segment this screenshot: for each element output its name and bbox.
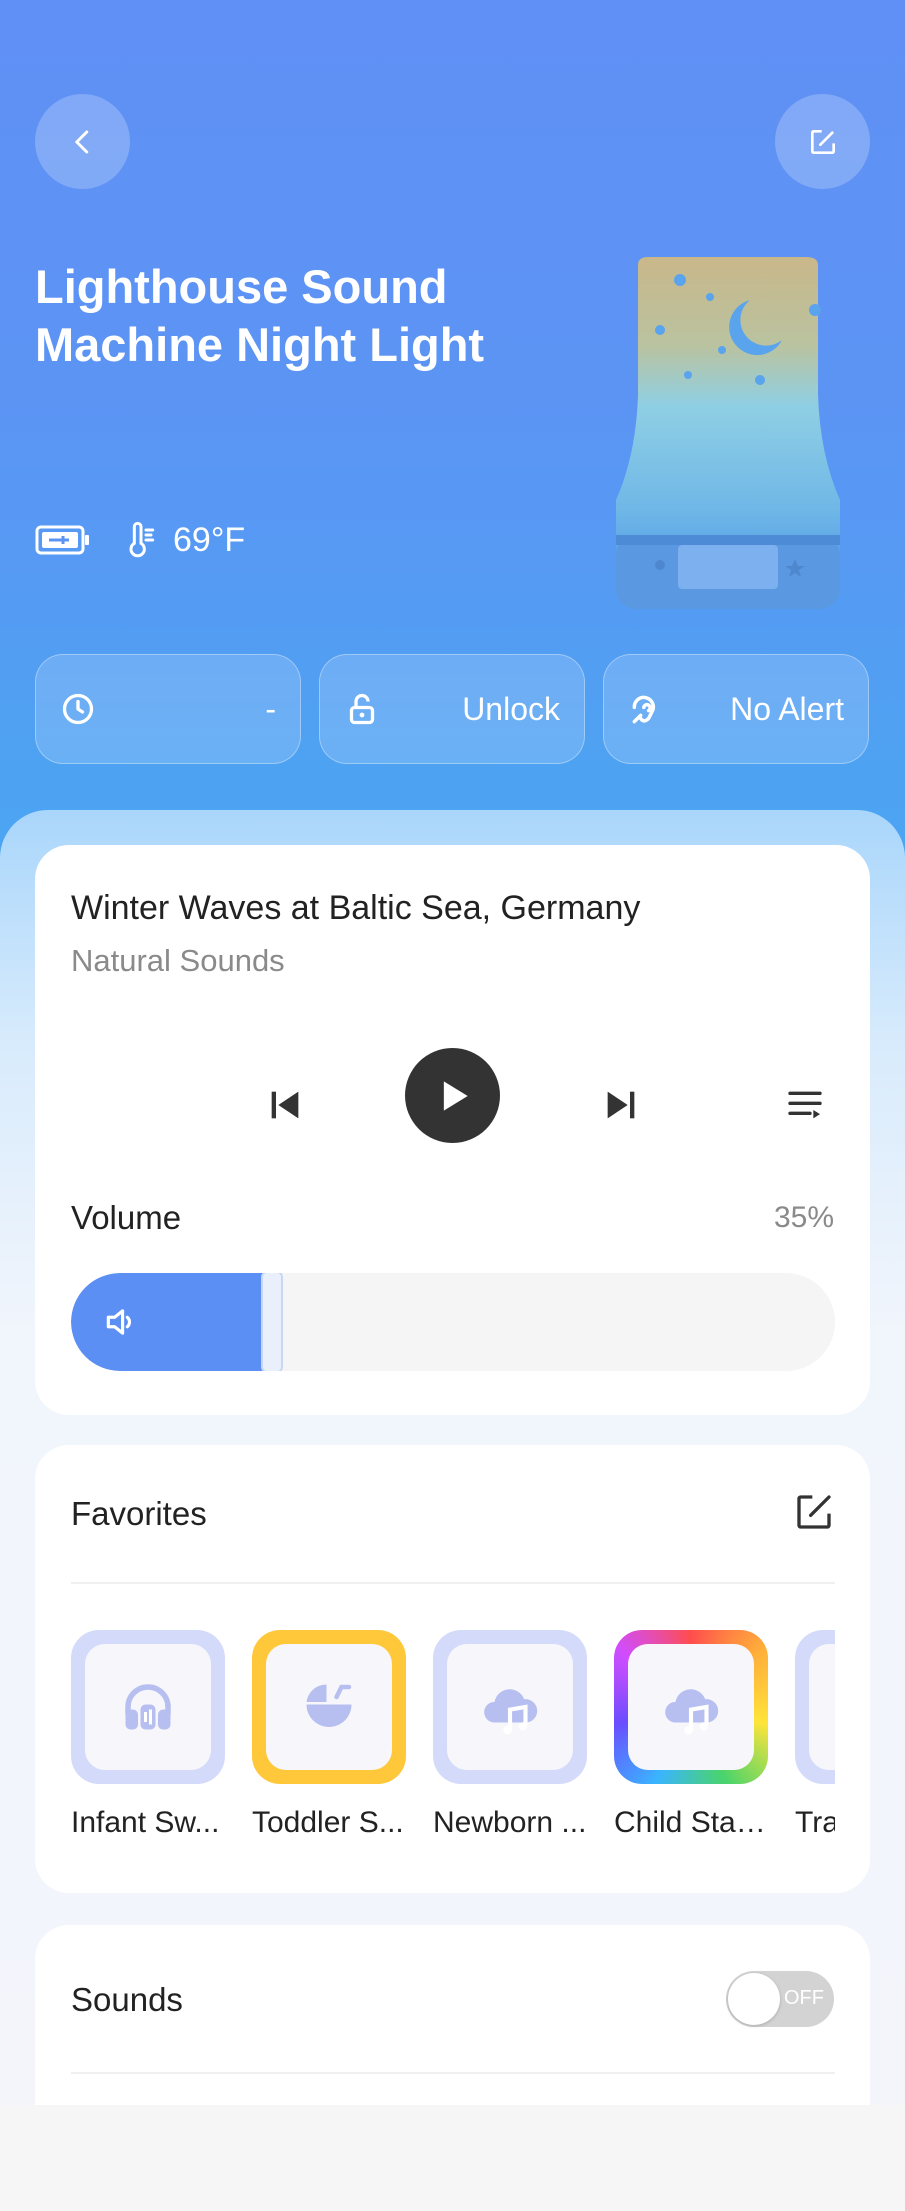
volume-percent: 35% bbox=[773, 1201, 834, 1234]
bottom-bar bbox=[0, 2105, 905, 2211]
favorite-label: Newborn ... bbox=[433, 1806, 587, 1839]
favorite-tile-selected bbox=[252, 1630, 406, 1784]
device-image bbox=[610, 255, 850, 615]
favorites-edit-button[interactable] bbox=[794, 1492, 834, 1537]
skip-previous-icon bbox=[271, 1091, 299, 1119]
favorite-label: Child Star... bbox=[614, 1806, 768, 1839]
toggle-state-label: OFF bbox=[784, 1987, 824, 2009]
volume-slider[interactable] bbox=[71, 1273, 835, 1371]
toggle-knob bbox=[728, 1973, 780, 2025]
alert-pill[interactable]: No Alert bbox=[603, 654, 869, 764]
favorites-list: Infant Sw... Toddler S... Newborn ... Ch… bbox=[71, 1630, 835, 1850]
favorite-item-infant[interactable]: Infant Sw... bbox=[71, 1630, 225, 1840]
ear-icon bbox=[632, 695, 656, 724]
hero-header: Lighthouse Sound Machine Night Light 69°… bbox=[0, 0, 905, 880]
timer-pill[interactable]: - bbox=[35, 654, 301, 764]
lock-value: Unlock bbox=[462, 690, 560, 727]
favorite-label: Tra bbox=[795, 1806, 835, 1839]
favorites-title: Favorites bbox=[71, 1495, 207, 1532]
favorite-item-toddler[interactable]: Toddler S... bbox=[252, 1630, 406, 1840]
next-button[interactable] bbox=[591, 1075, 651, 1135]
alert-value: No Alert bbox=[730, 690, 844, 727]
clock-icon bbox=[62, 693, 94, 725]
volume-label: Volume bbox=[71, 1199, 182, 1236]
favorites-card: Favorites Infant Sw... Toddler S... Newb… bbox=[35, 1445, 870, 1893]
edit-icon bbox=[797, 1495, 831, 1529]
timer-value: - bbox=[265, 690, 276, 727]
lock-pill[interactable]: Unlock bbox=[319, 654, 585, 764]
favorite-label: Toddler S... bbox=[252, 1806, 404, 1839]
favorite-tile bbox=[795, 1630, 835, 1784]
track-category: Natural Sounds bbox=[71, 943, 285, 978]
favorite-tile bbox=[71, 1630, 225, 1784]
divider bbox=[71, 2072, 835, 2074]
thermometer-icon bbox=[129, 521, 155, 558]
temperature-value: 69°F bbox=[173, 520, 246, 559]
edit-icon bbox=[810, 129, 835, 154]
baby-stroller-icon bbox=[306, 1684, 352, 1727]
sounds-title: Sounds bbox=[71, 1981, 183, 2018]
headphones-icon bbox=[125, 1684, 171, 1730]
play-icon bbox=[443, 1080, 468, 1111]
sounds-toggle[interactable]: OFF bbox=[726, 1971, 834, 2027]
unlock-icon bbox=[349, 693, 375, 725]
player-card: Winter Waves at Baltic Sea, Germany Natu… bbox=[35, 845, 870, 1415]
volume-slider-thumb[interactable] bbox=[261, 1273, 283, 1371]
favorite-item-newborn[interactable]: Newborn ... bbox=[433, 1630, 587, 1840]
playlist-button[interactable] bbox=[775, 1075, 835, 1135]
favorite-label: Infant Sw... bbox=[71, 1806, 220, 1839]
status-row: 69°F bbox=[35, 520, 245, 560]
previous-button[interactable] bbox=[255, 1075, 315, 1135]
volume-icon bbox=[106, 1309, 132, 1335]
favorite-item-partial[interactable]: Tra bbox=[795, 1630, 835, 1840]
cloud-music-icon bbox=[665, 1689, 719, 1735]
battery-charging-icon bbox=[35, 525, 89, 555]
favorite-tile-rainbow bbox=[614, 1630, 768, 1784]
chevron-left-icon bbox=[74, 130, 88, 153]
page-title: Lighthouse Sound Machine Night Light bbox=[35, 260, 485, 371]
favorite-tile bbox=[433, 1630, 587, 1784]
divider bbox=[71, 1582, 835, 1584]
playlist-icon bbox=[788, 1091, 822, 1119]
back-button[interactable] bbox=[35, 94, 130, 189]
edit-button[interactable] bbox=[775, 94, 870, 189]
track-title: Winter Waves at Baltic Sea, Germany bbox=[71, 889, 641, 927]
cloud-music-icon bbox=[484, 1689, 538, 1735]
play-button[interactable] bbox=[405, 1048, 500, 1143]
skip-next-icon bbox=[607, 1091, 635, 1119]
favorite-item-child[interactable]: Child Star... bbox=[614, 1630, 768, 1840]
